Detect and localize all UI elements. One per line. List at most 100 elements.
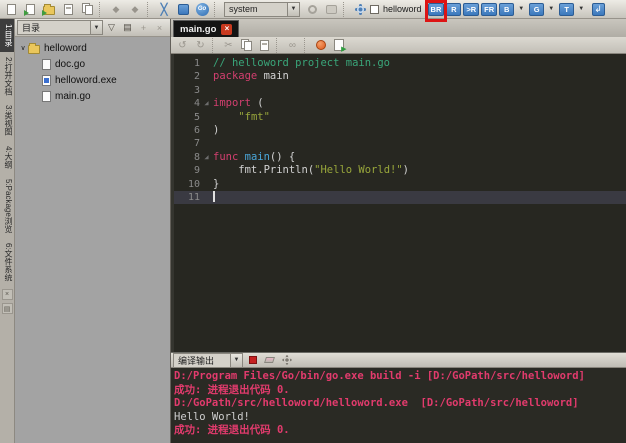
- separator: [276, 37, 281, 53]
- chevron-down-icon[interactable]: ▼: [90, 21, 102, 34]
- build-button-g[interactable]: G: [529, 2, 545, 16]
- fold-marker-icon[interactable]: ◢: [200, 97, 213, 110]
- code-line-10[interactable]: 10}: [174, 178, 626, 191]
- code-segment-string: "Hello World!": [314, 164, 403, 177]
- tree-row-helloword[interactable]: ∨ helloword: [15, 40, 170, 56]
- open-file-button[interactable]: [21, 1, 39, 17]
- code-segment-string: "fmt": [238, 110, 270, 123]
- build-button-fr[interactable]: FR: [481, 2, 498, 16]
- build-button-b[interactable]: B: [499, 2, 515, 16]
- locate-button[interactable]: +: [136, 20, 151, 35]
- tree-row-doc-go[interactable]: doc.go: [15, 56, 170, 72]
- copy-button[interactable]: [238, 38, 255, 53]
- forward-icon: ◆: [131, 3, 139, 14]
- options-button[interactable]: [174, 1, 192, 17]
- config-button[interactable]: [351, 1, 369, 17]
- filter-button[interactable]: ▽: [104, 20, 119, 35]
- forward-button[interactable]: ◆: [126, 1, 144, 17]
- exe-file-icon: [42, 74, 51, 86]
- fold-column: [200, 111, 213, 124]
- undo-button[interactable]: ↺: [174, 38, 191, 53]
- separator: [214, 1, 219, 17]
- edit-env-button[interactable]: [322, 1, 340, 17]
- chevron-down-icon[interactable]: ▼: [230, 353, 242, 367]
- build-button-br[interactable]: BR: [424, 0, 448, 22]
- build-button-gtr[interactable]: >R: [463, 2, 480, 16]
- code-line-6[interactable]: 6): [174, 124, 626, 137]
- clear-output-button[interactable]: [262, 353, 277, 367]
- output-view-combo[interactable]: 编译输出 ▼: [173, 352, 243, 368]
- sidebar-tab-2[interactable]: 2:打开文档: [0, 52, 14, 101]
- expand-chevron-icon[interactable]: ∨: [18, 44, 28, 52]
- explorer-view-combo-value: 目录: [22, 23, 41, 33]
- link-icon: ∞: [288, 39, 297, 51]
- paste-button[interactable]: [256, 38, 273, 53]
- editor-area: main.go × ↺ ↻ ✂ ∞ 1 // helloword project …: [171, 19, 626, 443]
- separator: [212, 37, 217, 53]
- stop-button[interactable]: [245, 353, 260, 367]
- explorer-view-combo[interactable]: 目录 ▼: [17, 20, 103, 35]
- build-dropdown-t[interactable]: ▼: [575, 3, 587, 16]
- godoc-button[interactable]: Go: [193, 1, 211, 17]
- build-current-button[interactable]: [312, 38, 329, 53]
- build-dropdown-g[interactable]: ▼: [545, 3, 557, 16]
- back-icon: ◆: [112, 3, 120, 14]
- open-folder-button[interactable]: [40, 1, 58, 17]
- tree-row-main-go[interactable]: main.go: [15, 88, 170, 104]
- code-editor[interactable]: 1 // helloword project main.go 2 package ma…: [171, 54, 626, 352]
- build-button-r[interactable]: R: [446, 2, 462, 16]
- save-all-button[interactable]: [78, 1, 96, 17]
- new-file-button[interactable]: [2, 1, 20, 17]
- reload-env-button[interactable]: [303, 1, 321, 17]
- open-folder-icon: [42, 3, 55, 16]
- export-run-button[interactable]: [330, 38, 347, 53]
- sidebar-tab-1[interactable]: 1:目录: [0, 19, 14, 52]
- save-button[interactable]: [59, 1, 77, 17]
- tree-row-helloword-exe[interactable]: helloword.exe: [15, 72, 170, 88]
- output-line-4: Hello World!: [174, 410, 250, 423]
- code-line-8[interactable]: 8 ◢ func main() {: [174, 151, 626, 164]
- line-number: 4: [193, 98, 200, 110]
- tab-close-button[interactable]: ×: [221, 23, 233, 35]
- sidebar-tab-5[interactable]: 5:Package浏览: [0, 174, 14, 238]
- environment-combo[interactable]: system ▼: [224, 1, 300, 17]
- chevron-down-icon[interactable]: ▼: [287, 2, 299, 16]
- link-button[interactable]: ∞: [284, 38, 301, 53]
- separator: [304, 37, 309, 53]
- code-line-11[interactable]: 11: [174, 190, 626, 205]
- code-line-4[interactable]: 4 ◢ import (: [174, 97, 626, 110]
- sidebar-tab-4[interactable]: 4:大纲: [0, 141, 14, 174]
- target-checkbox[interactable]: [370, 4, 379, 14]
- cut-icon: ✂: [224, 39, 233, 51]
- code-text: package main: [213, 70, 289, 83]
- tab-main-go[interactable]: main.go ×: [173, 20, 240, 37]
- code-line-5[interactable]: 5 "fmt": [174, 111, 626, 124]
- build-dropdown-b[interactable]: ▼: [515, 3, 527, 16]
- close-panel-button[interactable]: ×: [152, 20, 167, 35]
- sidebar-tab-6[interactable]: 6:文件系统: [0, 238, 14, 287]
- fold-column: [200, 137, 213, 150]
- redo-button[interactable]: ↻: [192, 38, 209, 53]
- strip-menu-button[interactable]: ▤: [1, 303, 13, 315]
- target-label: helloword: [383, 4, 422, 14]
- plug-icon: ↲: [591, 2, 605, 16]
- explorer-header: 目录 ▼ ▽ ▤ + ×: [15, 19, 170, 37]
- tree-item-label: helloword.exe: [55, 74, 117, 86]
- code-line-3[interactable]: 3: [174, 84, 626, 97]
- tools-button[interactable]: ╳: [155, 1, 173, 17]
- fold-marker-icon[interactable]: ◢: [200, 151, 213, 164]
- collapse-all-button[interactable]: ▤: [120, 20, 135, 35]
- code-line-1[interactable]: 1 // helloword project main.go: [174, 57, 626, 70]
- strip-close-button[interactable]: ×: [1, 289, 13, 301]
- code-line-7[interactable]: 7: [174, 137, 626, 150]
- code-line-2[interactable]: 2 package main: [174, 70, 626, 83]
- debug-button[interactable]: ↲: [589, 1, 607, 17]
- code-segment-plain: () {: [269, 150, 296, 163]
- build-output[interactable]: D:/Program Files/Go/bin/go.exe build -i …: [171, 368, 626, 443]
- sidebar-tab-3[interactable]: 3:类视图: [0, 100, 14, 141]
- output-settings-button[interactable]: [279, 353, 294, 367]
- cut-button[interactable]: ✂: [220, 38, 237, 53]
- code-line-9[interactable]: 9 fmt.Println("Hello World!"): [174, 164, 626, 177]
- back-button[interactable]: ◆: [107, 1, 125, 17]
- build-button-t[interactable]: T: [559, 2, 575, 16]
